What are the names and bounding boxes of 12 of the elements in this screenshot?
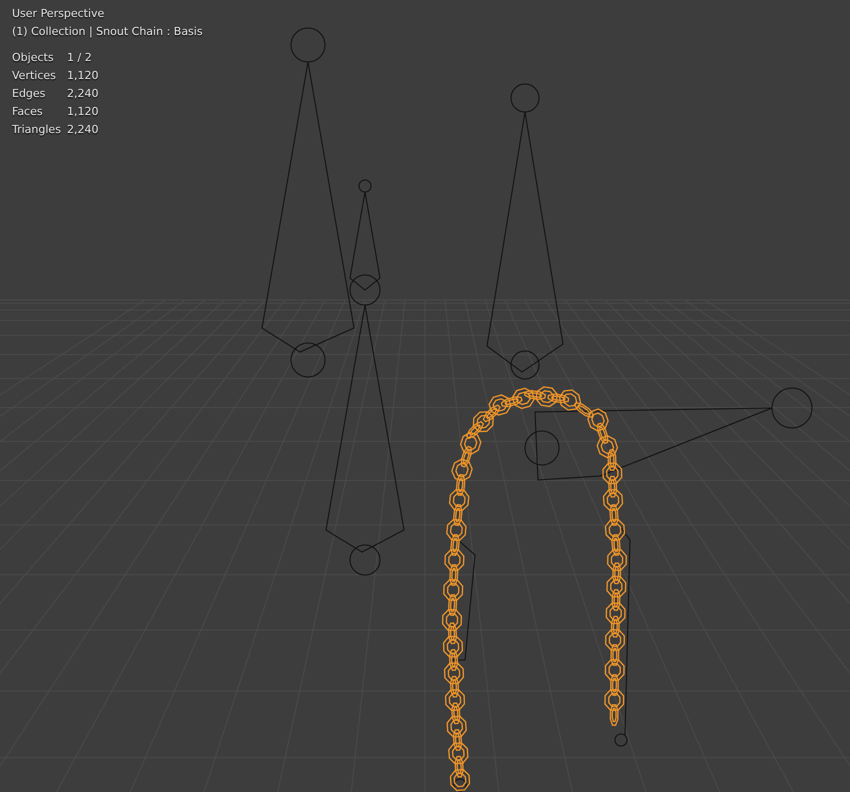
stat-label: Vertices bbox=[12, 68, 57, 84]
stat-label: Triangles bbox=[12, 122, 62, 138]
stat-value: 1,120 bbox=[67, 68, 100, 84]
stat-label: Edges bbox=[12, 86, 46, 102]
stat-value: 1,120 bbox=[67, 104, 100, 120]
stat-value: 2,240 bbox=[67, 122, 100, 138]
object-info: (1) Collection | Snout Chain : Basis bbox=[12, 24, 203, 40]
view-name: User Perspective bbox=[12, 6, 106, 22]
stat-label: Objects bbox=[12, 50, 55, 66]
stat-value: 2,240 bbox=[67, 86, 100, 102]
stat-value: 1 / 2 bbox=[67, 50, 93, 66]
stat-label: Faces bbox=[12, 104, 44, 120]
